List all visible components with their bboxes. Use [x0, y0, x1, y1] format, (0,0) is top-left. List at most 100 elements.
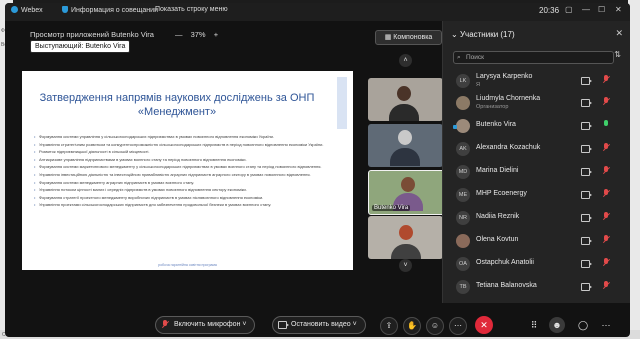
share-icon[interactable]: ⇪	[380, 317, 398, 335]
slide-bullet: Управління інвестиційною діяльністю та і…	[34, 172, 334, 178]
close-icon[interactable]: ✕	[615, 28, 623, 39]
camera-icon[interactable]	[581, 168, 592, 176]
shared-slide: Затвердження напрямів наукових досліджен…	[22, 71, 353, 270]
maximize-icon[interactable]: ☐	[598, 5, 605, 14]
participants-header[interactable]: ⌄ Участники (17)	[451, 30, 515, 39]
mic-muted-icon[interactable]	[603, 143, 609, 152]
zoom-control: — 37% +	[175, 30, 218, 39]
slide-bullet-list: Формування системи управління у сільсько…	[34, 134, 334, 211]
participant-name: Tetiana Balanovska	[476, 282, 537, 289]
meeting-info-button[interactable]: Информация о совещании	[62, 6, 158, 14]
more-icon[interactable]: ⋯	[449, 317, 467, 335]
chevron-down-icon: ⌄	[451, 30, 460, 39]
participant-name: Liudmyla Chornenka	[476, 95, 541, 102]
avatar: AK	[456, 142, 470, 156]
mic-muted-icon[interactable]	[603, 97, 609, 106]
participant-row[interactable]: Liudmyla Chornenka Организатор	[443, 91, 630, 116]
slide-bullet: Управління проектами сільськогосподарськ…	[34, 203, 334, 208]
avatar: NR	[456, 211, 470, 225]
chevron-down-icon[interactable]: ˅	[242, 321, 246, 328]
app-title: Webex	[11, 6, 43, 14]
camera-icon[interactable]	[581, 237, 592, 245]
chevron-up-icon[interactable]: ˄	[399, 54, 412, 67]
zoom-in-icon[interactable]: +	[214, 30, 218, 39]
participant-name: Larysya Karpenko	[476, 73, 533, 80]
participant-row[interactable]: ME MHP Ecoenergy	[443, 183, 630, 208]
chat-icon[interactable]: ◯	[575, 317, 591, 333]
raise-hand-icon[interactable]: ✋	[403, 317, 421, 335]
apps-icon[interactable]: ⠿	[526, 317, 542, 333]
slide-title: Затвердження напрямів наукових досліджен…	[39, 92, 315, 118]
slide-bullet: Формування стратегії проектного менеджме…	[34, 195, 334, 201]
participant-name: Marina Dielini	[476, 167, 519, 174]
presenting-icon	[453, 125, 457, 129]
mic-muted-icon[interactable]	[603, 281, 609, 290]
participant-row[interactable]: Butenko Vira	[443, 114, 630, 139]
slide-bullet: Формування системи менеджменту аграрних …	[34, 180, 334, 186]
participant-role: Я	[476, 82, 480, 88]
camera-icon[interactable]	[581, 77, 592, 85]
mic-on-icon[interactable]	[603, 120, 609, 129]
participant-name: Butenko Vira	[476, 121, 516, 128]
person-silhouette	[397, 86, 411, 101]
chevron-down-icon[interactable]: ˅	[353, 321, 357, 328]
zoom-level: 37%	[190, 30, 206, 39]
camera-icon[interactable]	[581, 283, 592, 291]
end-call-button[interactable]: ✕	[475, 316, 493, 334]
title-bar: Webex Информация о совещании Показать ст…	[5, 3, 630, 21]
pip-icon[interactable]: ▢	[565, 5, 573, 14]
sort-icon[interactable]: ⇅	[614, 50, 621, 59]
avatar: TB	[456, 280, 470, 294]
mic-muted-icon[interactable]	[603, 212, 609, 221]
viewer-title: Просмотр приложений Butenko Vira	[30, 30, 154, 39]
more-options-icon[interactable]: ⋯	[598, 317, 614, 333]
slide-bullet: Управління стратегічним розвитком та кон…	[34, 142, 334, 148]
participant-row[interactable]: OA Ostapchuk Anatolii	[443, 252, 630, 277]
person-silhouette	[401, 177, 415, 192]
stop-video-button[interactable]: Остановить видео ˅	[272, 316, 366, 334]
participant-row[interactable]: AK Alexandra Kozachuk	[443, 137, 630, 162]
camera-icon[interactable]	[581, 145, 592, 153]
clock: 20:36	[539, 6, 560, 15]
mic-muted-icon[interactable]	[603, 189, 609, 198]
participant-row[interactable]: TB Tetiana Balanovska	[443, 275, 630, 300]
person-silhouette	[398, 130, 412, 145]
close-icon[interactable]: ✕	[615, 5, 622, 14]
participant-row[interactable]: NR Nadiia Reznik	[443, 206, 630, 231]
video-thumbnail[interactable]	[368, 78, 443, 121]
webex-window: Webex Информация о совещании Показать ст…	[5, 3, 630, 337]
unmute-button[interactable]: Включить микрофон ˅	[155, 316, 256, 334]
slide-bullet: Формування системи управління у сільсько…	[34, 134, 334, 140]
participant-name: Nadiia Reznik	[476, 213, 520, 220]
slide-bullet: Управління потоком цінності малих і сере…	[34, 188, 334, 193]
camera-icon[interactable]	[581, 99, 592, 107]
participants-icon[interactable]: ☻	[549, 317, 565, 333]
participants-search-input[interactable]: Поиск	[453, 51, 614, 64]
participant-row[interactable]: Olena Kovtun	[443, 229, 630, 254]
show-menu-bar-button[interactable]: Показать строку меню	[155, 6, 228, 13]
layout-button[interactable]: ▦ Компоновка	[375, 30, 442, 45]
participant-name: Olena Kovtun	[476, 236, 519, 243]
participant-row[interactable]: MD Marina Dielini	[443, 160, 630, 185]
mic-muted-icon[interactable]	[603, 166, 609, 175]
shield-icon	[62, 6, 68, 13]
video-thumbnail[interactable]	[368, 216, 443, 259]
avatar	[456, 234, 470, 248]
mic-muted-icon[interactable]	[603, 235, 609, 244]
chevron-down-icon[interactable]: ˅	[399, 259, 412, 272]
zoom-out-icon[interactable]: —	[175, 30, 183, 39]
mic-muted-icon[interactable]	[603, 258, 609, 267]
video-thumbnail[interactable]	[368, 124, 443, 167]
avatar	[456, 119, 470, 133]
camera-icon[interactable]	[581, 191, 592, 199]
mic-muted-icon[interactable]	[603, 75, 609, 84]
participants-panel: ⌄ Участники (17) ✕ Поиск ⇅ LK Larysya Ka…	[442, 21, 630, 303]
minimize-icon[interactable]: —	[582, 5, 590, 14]
camera-icon[interactable]	[581, 260, 592, 268]
reactions-icon[interactable]: ☺	[426, 317, 444, 335]
camera-icon[interactable]	[581, 214, 592, 222]
avatar: LK	[456, 74, 470, 88]
participant-name: Ostapchuk Anatolii	[476, 259, 534, 266]
camera-icon[interactable]	[581, 122, 592, 130]
video-thumbnail-active[interactable]: Butenko Vira	[368, 170, 445, 215]
